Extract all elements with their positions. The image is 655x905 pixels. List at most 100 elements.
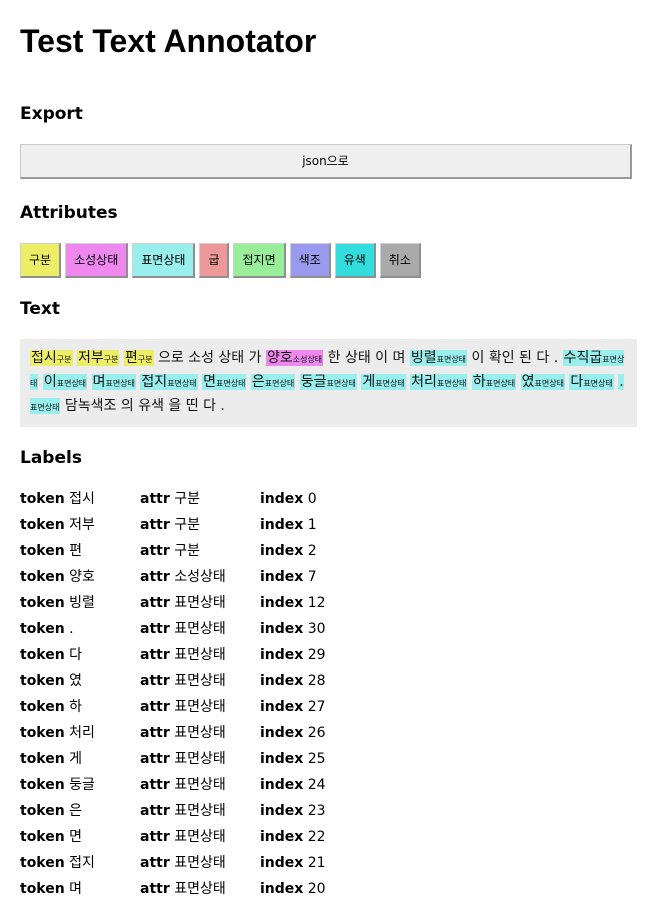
annotated-token[interactable]: 하표면상태: [471, 374, 517, 390]
label-attr-key: attr: [140, 881, 170, 897]
label-token-value: 처리: [69, 725, 95, 741]
label-token-key: token: [20, 517, 65, 533]
labels-heading: Labels: [20, 448, 82, 468]
page-title: Test Text Annotator: [20, 23, 317, 59]
label-token-cell: token 빙렬: [20, 593, 140, 619]
label-index-key: index: [260, 777, 304, 793]
token-tag: 표면상태: [215, 379, 246, 388]
label-token-value: 며: [69, 881, 83, 897]
annotated-token[interactable]: 은표면상태: [250, 374, 296, 390]
token-tag: 구분: [56, 355, 72, 364]
token-text: 둥글: [300, 374, 327, 390]
attribute-button-3[interactable]: 굽: [199, 243, 230, 278]
token-tag: 표면상태: [375, 379, 405, 388]
token-tag: 표면상태: [264, 379, 295, 388]
annotated-token[interactable]: 접시구분: [30, 350, 73, 366]
label-index-cell: index 25: [260, 749, 326, 775]
label-row: token 다 attr 표면상태 index 29: [20, 645, 637, 671]
attribute-button-6[interactable]: 유색: [334, 243, 376, 278]
label-token-value: 은: [69, 803, 83, 819]
label-token-key: token: [20, 543, 65, 559]
annotated-token[interactable]: 둥글표면상태: [299, 374, 357, 390]
label-token-key: token: [20, 699, 65, 715]
attribute-button-5[interactable]: 색조: [289, 243, 331, 278]
annotated-token[interactable]: 다표면상태: [569, 374, 614, 390]
label-index-key: index: [260, 517, 304, 533]
attribute-button-0[interactable]: 구분: [20, 243, 62, 278]
label-index-cell: index 20: [260, 879, 326, 905]
label-index-value: 27: [307, 699, 326, 715]
plain-text[interactable]: 담녹색조 의 유색 을 띤 다 .: [60, 398, 225, 414]
attribute-button-1[interactable]: 소성상태: [65, 243, 129, 278]
plain-text[interactable]: 이 확인 된 다 .: [467, 350, 563, 366]
attribute-button-row: 구분 소성상태 표면상태 굽 접지면 색조 유색 취소: [20, 243, 637, 278]
label-token-value: 게: [69, 751, 83, 767]
attribute-button-4[interactable]: 접지면: [233, 243, 286, 278]
token-tag: 표면상태: [30, 403, 60, 412]
plain-text[interactable]: 한 상태 이 며: [323, 350, 410, 366]
label-attr-value: 구분: [174, 517, 200, 533]
label-attr-value: 표면상태: [174, 595, 226, 611]
label-index-value: 12: [307, 595, 326, 611]
annotated-token[interactable]: 면표면상태: [202, 374, 247, 390]
annotated-text-area[interactable]: 접시구분 저부구분 편구분 으로 소성 상태 가 양호소성상태 한 상태 이 며…: [20, 339, 637, 427]
label-attr-cell: attr 표면상태: [140, 697, 260, 723]
label-token-cell: token 은: [20, 801, 140, 827]
annotated-token[interactable]: 처리표면상태: [410, 374, 468, 390]
label-token-cell: token 처리: [20, 723, 140, 749]
label-token-key: token: [20, 881, 65, 897]
annotated-token[interactable]: 양호소성상태: [265, 350, 324, 366]
label-row: token 빙렬 attr 표면상태 index 12: [20, 593, 637, 619]
label-token-key: token: [20, 491, 65, 507]
label-attr-key: attr: [140, 517, 170, 533]
label-index-value: 2: [307, 543, 317, 559]
plain-text[interactable]: 으로 소성 상태 가: [154, 350, 266, 366]
label-index-value: 0: [307, 491, 317, 507]
label-index-key: index: [260, 803, 304, 819]
annotated-token[interactable]: 저부구분: [76, 350, 120, 366]
token-tag: 표면상태: [167, 379, 197, 388]
label-token-value: 하: [69, 699, 83, 715]
label-attr-value: 표면상태: [174, 777, 226, 793]
label-attr-cell: attr 구분: [140, 515, 260, 541]
label-token-value: .: [69, 621, 74, 637]
label-token-cell: token 게: [20, 749, 140, 775]
export-json-button[interactable]: json으로: [20, 144, 632, 179]
label-token-key: token: [20, 621, 65, 637]
label-index-value: 24: [307, 777, 326, 793]
annotated-token[interactable]: 이표면상태: [42, 374, 88, 390]
label-attr-key: attr: [140, 543, 170, 559]
plain-text[interactable]: [87, 374, 91, 390]
label-row: token 게 attr 표면상태 index 25: [20, 749, 637, 775]
annotated-token[interactable]: 였표면상태: [520, 374, 565, 390]
attribute-button-cancel[interactable]: 취소: [379, 243, 421, 278]
token-text: 하: [472, 374, 486, 390]
token-text: 접지: [141, 374, 168, 390]
label-attr-value: 구분: [174, 543, 200, 559]
label-token-value: 접시: [69, 491, 95, 507]
label-index-cell: index 1: [260, 515, 317, 541]
annotated-token[interactable]: 며표면상태: [91, 374, 136, 390]
attribute-button-2[interactable]: 표면상태: [132, 243, 196, 278]
annotated-token[interactable]: 편구분: [123, 350, 154, 366]
label-attr-key: attr: [140, 699, 170, 715]
annotated-token[interactable]: 접지표면상태: [140, 374, 198, 390]
token-tag: 표면상태: [105, 379, 135, 388]
token-text: 편: [124, 350, 138, 366]
label-index-value: 22: [307, 829, 326, 845]
plain-text[interactable]: [516, 374, 520, 390]
token-text: 수직굽: [563, 350, 603, 366]
label-attr-key: attr: [140, 829, 170, 845]
token-text: 저부: [77, 350, 104, 366]
label-attr-cell: attr 표면상태: [140, 879, 260, 905]
label-index-value: 1: [307, 517, 317, 533]
label-row: token 은 attr 표면상태 index 23: [20, 801, 637, 827]
token-tag: 표면상태: [485, 379, 516, 388]
label-attr-cell: attr 표면상태: [140, 827, 260, 853]
label-token-value: 접지: [69, 855, 95, 871]
annotated-token[interactable]: 빙렬표면상태: [409, 350, 468, 366]
label-row: token 처리 attr 표면상태 index 26: [20, 723, 637, 749]
label-token-cell: token 며: [20, 879, 140, 905]
annotated-token[interactable]: 게표면상태: [361, 374, 406, 390]
label-token-cell: token 다: [20, 645, 140, 671]
